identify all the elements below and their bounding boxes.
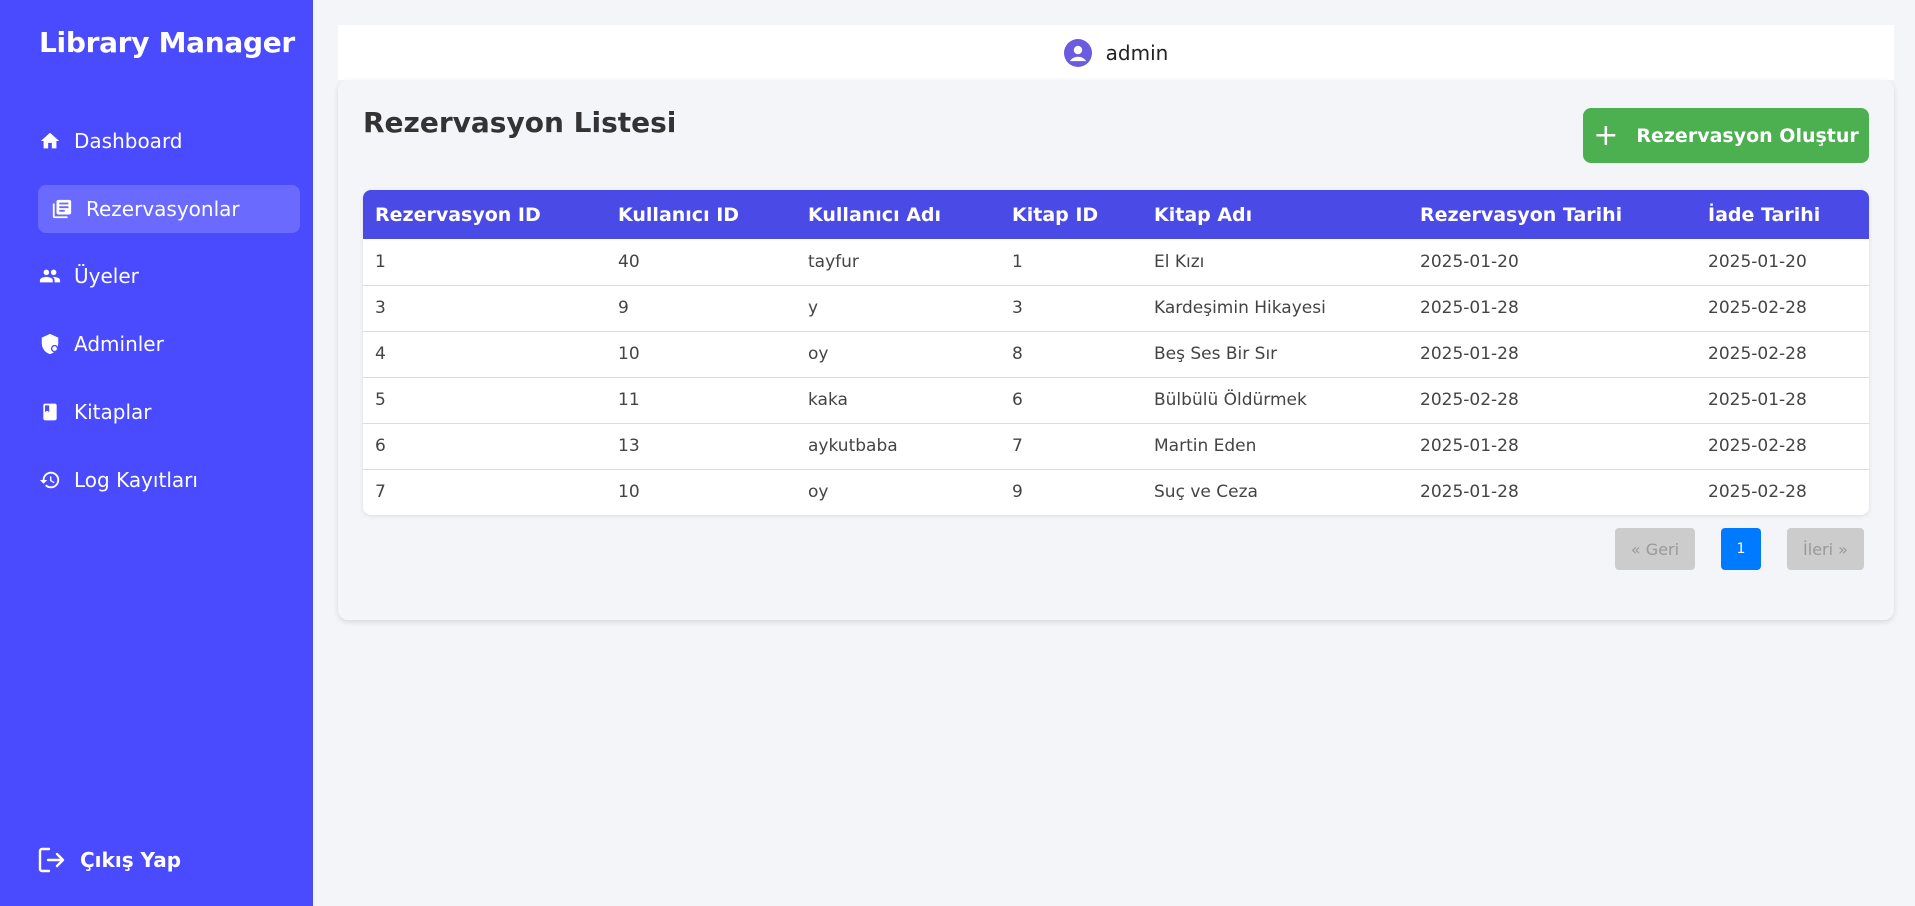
table-cell: 2025-01-28 bbox=[1408, 331, 1696, 378]
table-cell: 40 bbox=[606, 239, 796, 286]
table-cell: 2025-02-28 bbox=[1708, 482, 1807, 503]
table-cell: 2025-01-20 bbox=[1408, 239, 1696, 286]
table-cell: Kardeşimin Hikayesi bbox=[1142, 285, 1408, 332]
table-cell: Beş Ses Bir Sır bbox=[1142, 331, 1408, 378]
table-cell: kaka bbox=[796, 377, 1000, 424]
sidebar-item-label: Dashboard bbox=[74, 129, 183, 153]
sidebar-item-label: Kitaplar bbox=[74, 400, 152, 424]
create-reservation-label: Rezervasyon Oluştur bbox=[1636, 124, 1859, 147]
column-header[interactable]: Rezervasyon Tarihi bbox=[1408, 190, 1696, 239]
table-cell: 9 bbox=[606, 285, 796, 332]
table-cell: y bbox=[796, 285, 1000, 332]
table-row[interactable]: 5 11 kaka 6 Bülbülü Öldürmek 2025-02-28 2025-0… bbox=[363, 377, 1869, 424]
table-cell: 2025-01-28 bbox=[1420, 482, 1519, 503]
table-cell: Bülbülü Öldürmek bbox=[1142, 377, 1408, 424]
table-cell: 13 bbox=[606, 423, 796, 470]
table-cell: 1 bbox=[1000, 239, 1142, 286]
username: admin bbox=[1105, 40, 1169, 65]
table-cell: 6 bbox=[363, 423, 606, 470]
logout-label: Çıkış Yap bbox=[80, 848, 182, 872]
column-header[interactable]: Rezervasyon ID bbox=[363, 190, 606, 239]
users-icon bbox=[38, 264, 62, 288]
logout-button[interactable]: Çıkış Yap bbox=[38, 842, 181, 878]
table-cell: Suç ve Ceza bbox=[1154, 482, 1258, 503]
column-header[interactable]: Kitap ID bbox=[1000, 190, 1142, 239]
plus-icon: + bbox=[1593, 117, 1619, 153]
app-title: Library Manager bbox=[39, 26, 295, 59]
sidebar-item-kitaplar[interactable]: Kitaplar bbox=[38, 388, 300, 436]
table-row[interactable]: 6 13 aykutbaba 7 Martin Eden 2025-01-28 2025-0… bbox=[363, 423, 1869, 470]
main-card: Rezervasyon Listesi + Rezervasyon Oluştu… bbox=[338, 80, 1894, 620]
user-menu[interactable]: admin bbox=[1063, 38, 1169, 67]
pagination: « Geri 1 İleri » bbox=[1615, 528, 1864, 570]
sidebar-item-rezervasyonlar[interactable]: Rezervasyonlar bbox=[38, 185, 300, 233]
table-cell: 2025-02-28 bbox=[1408, 377, 1696, 424]
table-row[interactable]: 1 40 tayfur 1 El Kızı 2025-01-20 2025-01-20 bbox=[363, 239, 1869, 286]
top-bar: admin bbox=[338, 25, 1894, 80]
table-cell: aykutbaba bbox=[796, 423, 1000, 470]
page-1-button[interactable]: 1 bbox=[1721, 528, 1761, 570]
sidebar-item-dashboard[interactable]: Dashboard bbox=[38, 117, 300, 165]
table-cell: tayfur bbox=[796, 239, 1000, 286]
table-cell: 2025-02-28 bbox=[1696, 331, 1869, 378]
table-cell: 7 bbox=[375, 482, 386, 503]
book-icon bbox=[38, 400, 62, 424]
table-cell: 9 bbox=[1012, 482, 1023, 503]
table-cell: 1 bbox=[363, 239, 606, 286]
table-cell: El Kızı bbox=[1142, 239, 1408, 286]
page-title: Rezervasyon Listesi bbox=[363, 106, 677, 139]
table-cell: 8 bbox=[1000, 331, 1142, 378]
table-cell: 10 bbox=[618, 482, 640, 503]
column-header[interactable]: Kitap Adı bbox=[1142, 190, 1408, 239]
user-avatar-icon bbox=[1063, 38, 1092, 67]
logout-icon bbox=[38, 845, 68, 875]
next-page-button[interactable]: İleri » bbox=[1787, 528, 1864, 570]
table-cell: 5 bbox=[363, 377, 606, 424]
table-row[interactable]: 3 9 y 3 Kardeşimin Hikayesi 2025-01-28 2025-02… bbox=[363, 285, 1869, 332]
sidebar-item-adminler[interactable]: Adminler bbox=[38, 320, 300, 368]
table-cell: 10 bbox=[606, 331, 796, 378]
list-icon bbox=[50, 197, 74, 221]
sidebar-item-label: Log Kayıtları bbox=[74, 468, 198, 492]
table-cell: 4 bbox=[363, 331, 606, 378]
create-reservation-button[interactable]: + Rezervasyon Oluştur bbox=[1583, 108, 1869, 163]
table-cell: 7 bbox=[1000, 423, 1142, 470]
shield-icon bbox=[38, 332, 62, 356]
reservation-table: Rezervasyon ID Kullanıcı ID Kullanıcı Ad… bbox=[363, 190, 1869, 515]
sidebar-item-uyeler[interactable]: Üyeler bbox=[38, 252, 300, 300]
history-icon bbox=[38, 468, 62, 492]
table-cell: oy bbox=[796, 331, 1000, 378]
prev-page-button[interactable]: « Geri bbox=[1615, 528, 1695, 570]
table-cell: 6 bbox=[1000, 377, 1142, 424]
table-cell: 3 bbox=[1000, 285, 1142, 332]
sidebar-item-label: Rezervasyonlar bbox=[86, 197, 240, 221]
table-cell: 2025-01-28 bbox=[1408, 285, 1696, 332]
sidebar-item-label: Üyeler bbox=[74, 264, 139, 288]
home-icon bbox=[38, 129, 62, 153]
column-header[interactable]: Kullanıcı ID bbox=[606, 190, 796, 239]
table-cell: Martin Eden bbox=[1142, 423, 1408, 470]
table-cell: 3 bbox=[363, 285, 606, 332]
table-cell: oy bbox=[808, 482, 829, 503]
table-cell: 2025-02-28 bbox=[1696, 285, 1869, 332]
sidebar-item-log-kayitlari[interactable]: Log Kayıtları bbox=[38, 456, 300, 504]
table-cell: 2025-01-28 bbox=[1408, 423, 1696, 470]
column-header[interactable]: Kullanıcı Adı bbox=[796, 190, 1000, 239]
table-cell: 2025-01-28 bbox=[1696, 377, 1869, 424]
sidebar-item-label: Adminler bbox=[74, 332, 164, 356]
table-header-row: Rezervasyon ID Kullanıcı ID Kullanıcı Ad… bbox=[363, 190, 1869, 239]
table-cell: 2025-02-28 bbox=[1696, 423, 1869, 470]
column-header[interactable]: İade Tarihi bbox=[1696, 190, 1869, 239]
sidebar: Library Manager Dashboard Rezervasyonlar… bbox=[0, 0, 313, 906]
table-cell: 2025-01-20 bbox=[1696, 239, 1869, 286]
table-row[interactable]: 7 10 oy 9 Suç ve Ceza 2025-01-28 2025-02-28 bbox=[363, 469, 1869, 515]
table-cell: 11 bbox=[606, 377, 796, 424]
table-row[interactable]: 4 10 oy 8 Beş Ses Bir Sır 2025-01-28 2025-02-2… bbox=[363, 331, 1869, 378]
